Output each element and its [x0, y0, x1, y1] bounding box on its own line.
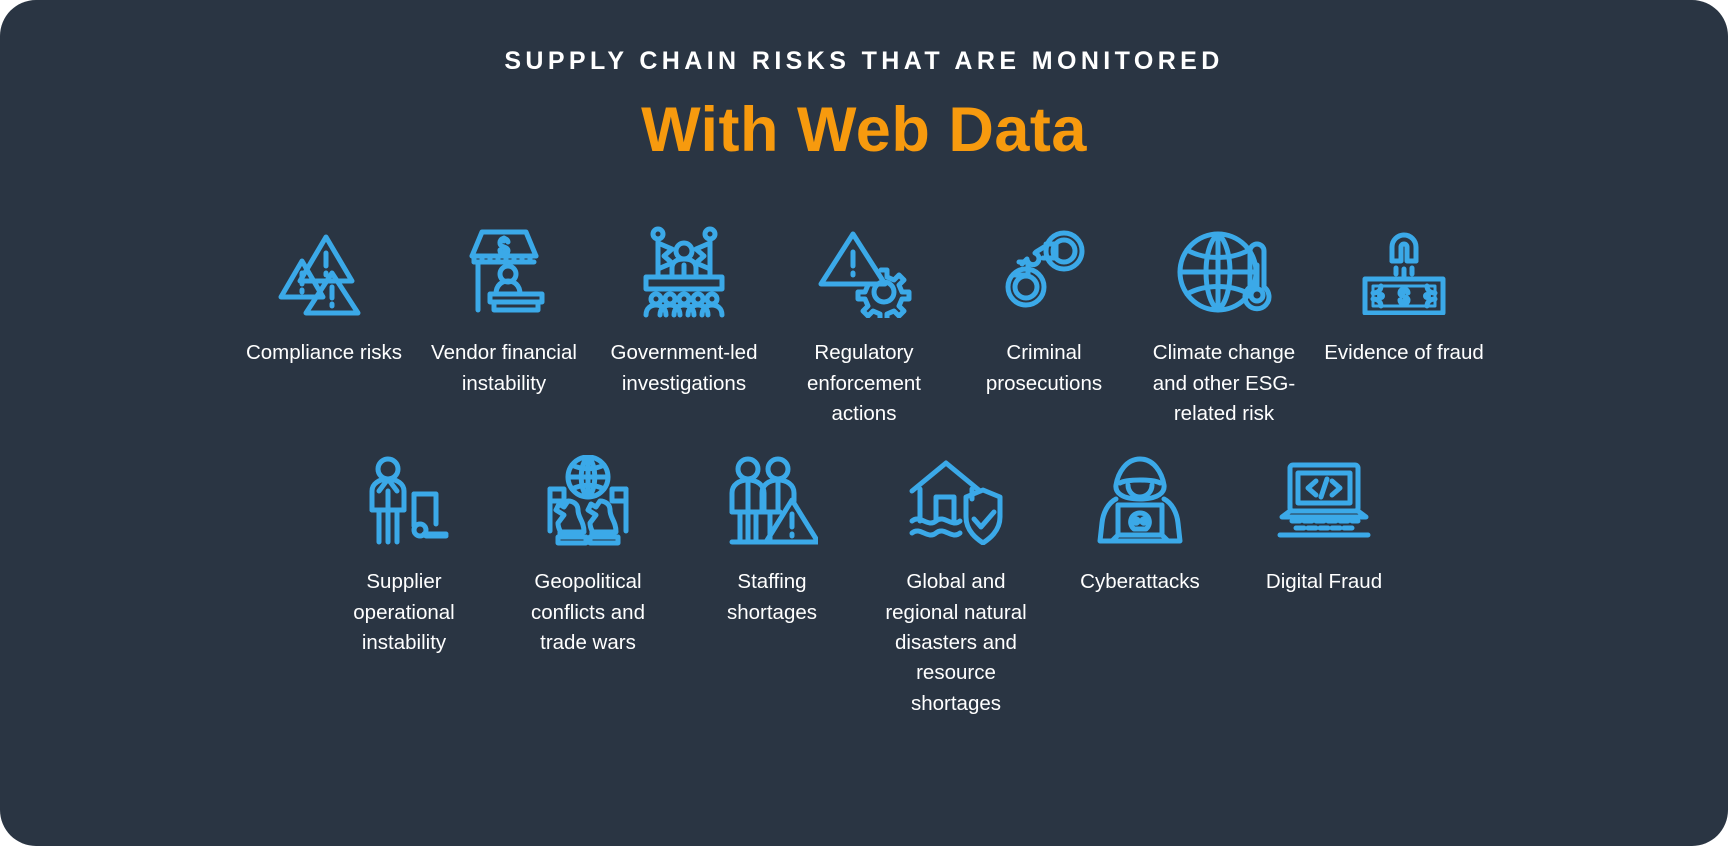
risk-item-label: Compliance risks — [245, 341, 403, 365]
warning-gear-icon — [815, 224, 913, 320]
risk-item-criminal-prosecutions: Criminal prosecutions — [954, 224, 1134, 399]
globe-thermometer-icon — [1176, 224, 1272, 320]
flooded-house-shield-icon — [908, 453, 1004, 549]
page-title: With Web Data — [641, 95, 1087, 165]
magnet-banknote-icon — [1357, 224, 1451, 320]
risk-item-vendor-financial-instability: Vendor financial instability — [414, 224, 594, 399]
risk-item-supplier-operational-instability: Supplier operational instability — [314, 453, 494, 658]
header: SUPPLY CHAIN RISKS THAT ARE MONITORED Wi… — [0, 0, 1728, 166]
risk-item-label: Regulatory enforcement actions — [807, 341, 921, 426]
risk-row-1: Compliance risks Vendor financial instab… — [0, 224, 1728, 429]
risk-item-climate-change-esg-risk: Climate change and other ESG- related ri… — [1134, 224, 1314, 429]
risk-item-label: Digital Fraud — [1265, 570, 1383, 594]
laptop-code-icon — [1276, 453, 1372, 549]
risk-item-label: Geopolitical conflicts and trade wars — [531, 570, 645, 655]
eyebrow-title: SUPPLY CHAIN RISKS THAT ARE MONITORED — [504, 47, 1224, 75]
risk-item-label: Climate change and other ESG- related ri… — [1152, 341, 1296, 426]
risk-item-geopolitical-conflicts-trade-wars: Geopolitical conflicts and trade wars — [498, 453, 678, 658]
risk-item-regulatory-enforcement-actions: Regulatory enforcement actions — [774, 224, 954, 429]
risk-item-label: Government-led investigations — [610, 341, 758, 395]
risk-item-evidence-of-fraud: Evidence of fraud — [1314, 224, 1494, 368]
storefront-dollar-icon — [460, 224, 548, 320]
risk-item-label: Supplier operational instability — [353, 570, 455, 655]
risk-item-label: Evidence of fraud — [1324, 341, 1484, 365]
warning-triangles-icon — [276, 224, 372, 320]
globe-chess-flags-icon — [538, 453, 638, 549]
risk-item-label: Cyberattacks — [1080, 570, 1200, 594]
press-podium-audience-icon — [632, 224, 736, 320]
two-people-warning-icon — [726, 453, 818, 549]
risk-item-label: Criminal prosecutions — [985, 341, 1103, 395]
risk-item-digital-fraud: Digital Fraud — [1234, 453, 1414, 597]
handcuffs-icon — [999, 224, 1089, 320]
risk-row-2: Supplier operational instability Geopoli… — [0, 453, 1728, 719]
risk-item-staffing-shortages: Staffing shortages — [682, 453, 862, 628]
risk-item-label: Staffing shortages — [726, 570, 818, 624]
risk-item-compliance-risks: Compliance risks — [234, 224, 414, 368]
risk-item-government-led-investigations: Government-led investigations — [594, 224, 774, 399]
risk-item-cyberattacks: Cyberattacks — [1050, 453, 1230, 597]
risk-item-label: Vendor financial instability — [431, 341, 577, 395]
hooded-hacker-laptop-skull-icon — [1094, 453, 1186, 549]
infographic-card: SUPPLY CHAIN RISKS THAT ARE MONITORED Wi… — [0, 0, 1728, 846]
person-declining-chart-icon — [358, 453, 450, 549]
risk-item-natural-disasters-resource-shortages: Global and regional natural disasters an… — [866, 453, 1046, 719]
risk-item-label: Global and regional natural disasters an… — [885, 570, 1027, 715]
